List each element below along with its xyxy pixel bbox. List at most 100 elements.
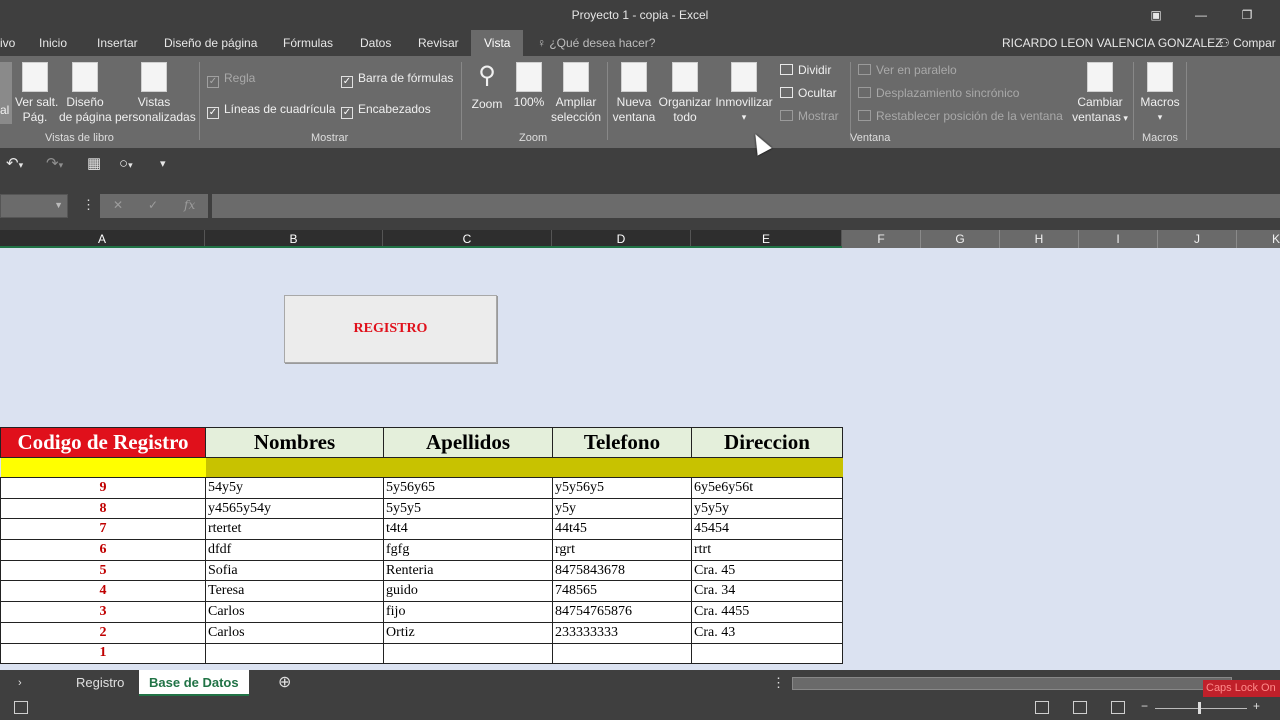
undo-icon[interactable]: ↶▾	[6, 156, 23, 173]
table-cell[interactable]: y5y5y	[691, 497, 843, 520]
normal-view-button[interactable]: al	[0, 62, 12, 124]
table-cell[interactable]: y5y56y5	[552, 477, 692, 499]
table-cell[interactable]: Cra. 4455	[691, 601, 843, 623]
table-cell[interactable]: 233333333	[552, 621, 692, 644]
scroll-tabs-right-icon[interactable]: ›	[8, 670, 32, 696]
table-cell[interactable]: t4t4	[383, 518, 553, 541]
table-cell[interactable]: rtertet	[205, 518, 384, 541]
table-cell[interactable]: 5y56y65	[383, 477, 553, 499]
formula-input[interactable]	[212, 194, 1280, 218]
minimize-icon[interactable]: —	[1192, 6, 1210, 24]
switch-windows-button[interactable]: Cambiar ventanas ▾	[1072, 62, 1128, 126]
header-apellidos[interactable]: Apellidos	[383, 427, 553, 458]
column-header-f[interactable]: F	[842, 230, 921, 248]
gridlines-checkbox[interactable]: ✓ Líneas de cuadrícula	[207, 102, 335, 119]
zoom-in-icon[interactable]: +	[1253, 699, 1260, 713]
code-cell[interactable]: 6	[0, 539, 206, 561]
table-cell[interactable]: 84754765876	[552, 601, 692, 623]
table-cell[interactable]: 44t45	[552, 518, 692, 541]
user-name[interactable]: RICARDO LEON VALENCIA GONZALEZ	[1002, 30, 1223, 56]
unhide-button[interactable]: Mostrar	[780, 109, 839, 123]
table-cell[interactable]	[205, 642, 384, 665]
hide-button[interactable]: Ocultar	[780, 86, 837, 100]
code-cell[interactable]: 1	[0, 642, 206, 665]
tab-diseno-pagina[interactable]: Diseño de página	[164, 30, 257, 56]
custom-views-button[interactable]: Vistas personalizadas	[115, 62, 196, 125]
column-header-i[interactable]: I	[1079, 230, 1158, 248]
table-cell[interactable]	[691, 457, 843, 478]
zoom-slider-thumb[interactable]	[1198, 702, 1201, 714]
table-cell[interactable]: 45454	[691, 518, 843, 541]
sync-scrolling-button[interactable]: Desplazamiento sincrónico	[858, 86, 1019, 100]
insert-function-icon[interactable]: fx	[184, 198, 195, 212]
form-icon[interactable]: ▦	[87, 156, 101, 172]
code-cell[interactable]: 7	[0, 518, 206, 541]
table-cell[interactable]	[383, 642, 553, 665]
freeze-panes-button[interactable]: Inmovilizar ▾	[714, 62, 774, 125]
table-cell[interactable]: 5y5y5	[383, 497, 553, 520]
header-telefono[interactable]: Telefono	[552, 427, 692, 458]
table-cell[interactable]	[552, 457, 692, 478]
table-cell[interactable]: rtrt	[691, 539, 843, 561]
table-cell[interactable]: 748565	[552, 580, 692, 603]
zoom-out-icon[interactable]: −	[1141, 699, 1148, 713]
new-window-button[interactable]: Nueva ventana	[612, 62, 656, 125]
arrange-all-button[interactable]: Organizar todo	[658, 62, 712, 125]
reset-window-position-button[interactable]: Restablecer posición de la ventana	[858, 109, 1063, 123]
table-cell[interactable]: rgrt	[552, 539, 692, 561]
table-cell[interactable]: Carlos	[205, 601, 384, 623]
table-cell[interactable]: guido	[383, 580, 553, 603]
code-cell[interactable]: 5	[0, 559, 206, 582]
header-nombres[interactable]: Nombres	[205, 427, 384, 458]
tab-vista[interactable]: Vista	[471, 30, 524, 56]
regla-checkbox[interactable]: ✓ Regla	[207, 71, 255, 88]
split-button[interactable]: Dividir	[780, 63, 831, 77]
table-cell[interactable]: Teresa	[205, 580, 384, 603]
table-cell[interactable]	[0, 457, 206, 478]
tab-formulas[interactable]: Fórmulas	[283, 30, 333, 56]
ribbon-display-options-icon[interactable]: ▣	[1147, 6, 1165, 24]
zoom-100-button[interactable]: 100%	[510, 62, 548, 110]
customize-qat-icon[interactable]: ▾	[160, 156, 166, 172]
tab-datos[interactable]: Datos	[360, 30, 391, 56]
table-cell[interactable]: Carlos	[205, 621, 384, 644]
share-button[interactable]: ⚇ Compar	[1219, 30, 1276, 56]
table-cell[interactable]: fgfg	[383, 539, 553, 561]
tab-insertar[interactable]: Insertar	[97, 30, 138, 56]
tab-revisar[interactable]: Revisar	[418, 30, 459, 56]
code-cell[interactable]: 2	[0, 621, 206, 644]
tab-inicio[interactable]: Inicio	[39, 30, 67, 56]
sheet-tab-registro[interactable]: Registro	[66, 670, 134, 696]
table-cell[interactable]: Renteria	[383, 559, 553, 582]
redo-icon[interactable]: ↷▾	[46, 156, 63, 173]
table-cell[interactable]: 8475843678	[552, 559, 692, 582]
more-options-icon[interactable]: ⋮	[762, 670, 795, 696]
header-codigo[interactable]: Codigo de Registro	[0, 427, 206, 458]
worksheet-grid[interactable]: REGISTRO Codigo de Registro Nombres Apel…	[0, 130, 1280, 670]
oval-shape-icon[interactable]: ○▾	[119, 156, 133, 173]
normal-view-icon[interactable]	[1035, 701, 1049, 714]
table-cell[interactable]: Sofia	[205, 559, 384, 582]
table-cell[interactable]	[552, 642, 692, 665]
tab-archivo[interactable]: ivo	[0, 30, 15, 56]
code-cell[interactable]: 8	[0, 497, 206, 520]
table-cell[interactable]	[205, 457, 384, 478]
formula-bar-checkbox[interactable]: ✓ Barra de fórmulas	[341, 71, 453, 88]
horizontal-scrollbar[interactable]	[792, 677, 1232, 690]
more-options-icon[interactable]: ⋮	[82, 197, 95, 213]
table-cell[interactable]: Cra. 43	[691, 621, 843, 644]
table-cell[interactable]	[383, 457, 553, 478]
table-cell[interactable]	[691, 642, 843, 665]
table-cell[interactable]: Cra. 34	[691, 580, 843, 603]
header-direccion[interactable]: Direccion	[691, 427, 843, 458]
registro-button[interactable]: REGISTRO	[284, 295, 497, 363]
code-cell[interactable]: 9	[0, 477, 206, 499]
table-cell[interactable]: y5y	[552, 497, 692, 520]
page-break-preview-button[interactable]: Ver salt. Pág.	[15, 62, 58, 125]
zoom-to-selection-button[interactable]: Ampliar selección	[550, 62, 602, 125]
column-header-h[interactable]: H	[1000, 230, 1079, 248]
table-cell[interactable]: y4565y54y	[205, 497, 384, 520]
macro-record-icon[interactable]	[14, 701, 28, 714]
table-cell[interactable]: 54y5y	[205, 477, 384, 499]
macros-button[interactable]: Macros ▾	[1138, 62, 1182, 125]
